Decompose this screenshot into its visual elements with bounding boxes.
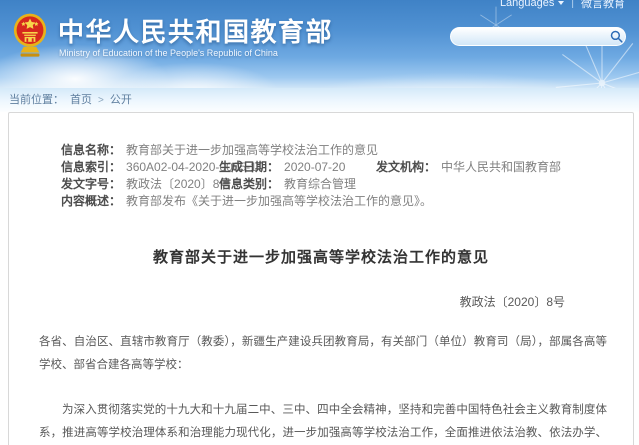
info-row-docnum: 发文字号： 教政法〔2020〕8号信息类别： 教育综合管理 — [61, 176, 633, 193]
breadcrumb: 当前位置： 首页 > 公开 — [0, 88, 639, 112]
info-docnum-value: 教政法〔2020〕8号 — [126, 177, 231, 191]
info-category-label: 信息类别： — [219, 177, 279, 191]
site-logo[interactable]: 中华人民共和国教育部 Ministry of Education of the … — [13, 10, 353, 76]
article-title: 教育部关于进一步加强高等学校法治工作的意见 — [9, 246, 633, 267]
header-utility-links: Languages | 微言教育 — [500, 0, 625, 10]
languages-menu[interactable]: Languages — [500, 0, 564, 9]
search-icon — [610, 30, 623, 43]
info-index-label: 信息索引： — [61, 160, 121, 174]
national-emblem-icon — [13, 11, 47, 61]
info-agency-value: 中华人民共和国教育部 — [441, 160, 561, 174]
info-summary-value: 教育部发布《关于进一步加强高等学校法治工作的意见》。 — [126, 194, 432, 208]
site-title: 中华人民共和国教育部 — [58, 12, 333, 49]
article-paragraph: 各省、自治区、直辖市教育厅（教委），新疆生产建设兵团教育局，有关部门（单位）教育… — [39, 331, 607, 376]
languages-label: Languages — [500, 0, 554, 9]
info-docnum-label: 发文字号： — [61, 177, 121, 191]
media-label: 微言教育 — [581, 0, 625, 11]
media-link[interactable]: 微言教育 — [581, 0, 625, 11]
info-category-value: 教育综合管理 — [284, 177, 356, 191]
breadcrumb-separator: > — [98, 89, 104, 112]
breadcrumb-home-link[interactable]: 首页 — [70, 89, 92, 112]
top-links-separator: | — [571, 0, 574, 9]
site-header: 中华人民共和国教育部 Ministry of Education of the … — [0, 0, 639, 88]
document-info-table: 信息名称： 教育部关于进一步加强高等学校法治工作的意见 信息索引：360A02-0… — [61, 142, 633, 210]
article-doc-number: 教政法〔2020〕8号 — [9, 293, 633, 310]
info-row-name: 信息名称： 教育部关于进一步加强高等学校法治工作的意见 — [61, 142, 633, 159]
site-subtitle: Ministry of Education of the People's Re… — [59, 48, 278, 58]
info-summary-label: 内容概述： — [61, 194, 121, 208]
info-date-label: 生成日期： — [219, 160, 279, 174]
info-name-label: 信息名称： — [61, 143, 121, 157]
info-name-value: 教育部关于进一步加强高等学校法治工作的意见 — [126, 143, 378, 157]
chevron-down-icon — [558, 1, 564, 5]
search-input[interactable] — [451, 29, 607, 44]
article-paragraph: 为深入贯彻落实党的十九大和十九届二中、三中、四中全会精神，坚持和完善中国特色社会… — [39, 399, 607, 445]
breadcrumb-current-link[interactable]: 公开 — [110, 89, 132, 112]
breadcrumb-prefix: 当前位置： — [9, 89, 64, 112]
page: 中华人民共和国教育部 Ministry of Education of the … — [0, 0, 639, 445]
info-row-summary: 内容概述： 教育部发布《关于进一步加强高等学校法治工作的意见》。 — [61, 193, 633, 210]
info-row-index: 信息索引：360A02-04-2020-0005-1生成日期：2020-07-2… — [61, 159, 633, 176]
article-body: 各省、自治区、直辖市教育厅（教委），新疆生产建设兵团教育局，有关部门（单位）教育… — [9, 331, 633, 445]
search-box — [450, 27, 626, 46]
document-panel: 信息名称： 教育部关于进一步加强高等学校法治工作的意见 信息索引：360A02-0… — [8, 112, 634, 445]
info-date-value: 2020-07-20 — [284, 160, 345, 174]
search-button[interactable] — [607, 28, 625, 45]
info-agency-label: 发文机构： — [376, 160, 436, 174]
